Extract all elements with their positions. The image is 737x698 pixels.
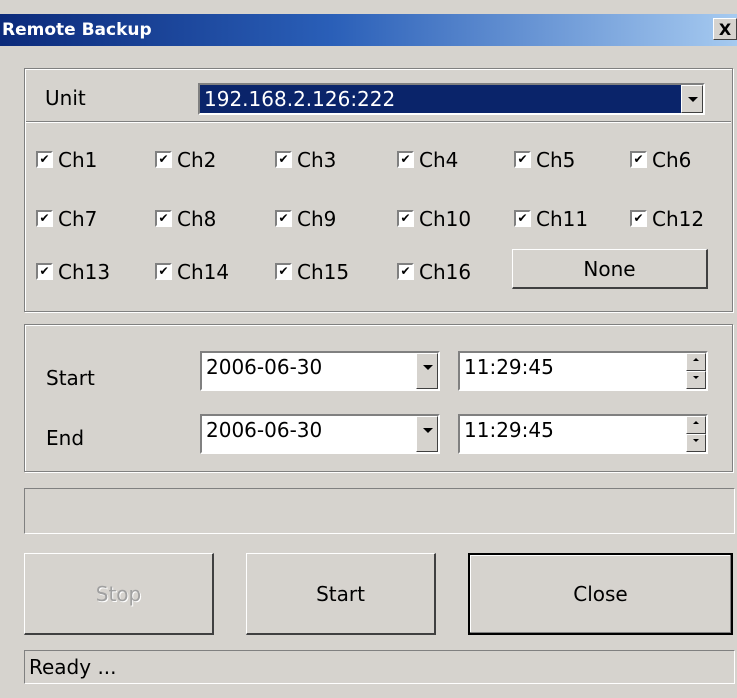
end-date-picker[interactable]: 2006-06-30: [200, 414, 440, 454]
channel-label: Ch12: [652, 207, 705, 231]
channel-label: Ch9: [297, 207, 337, 231]
start-date-picker[interactable]: 2006-06-30: [200, 351, 440, 391]
channel-label: Ch6: [652, 148, 692, 172]
channel-label: Ch5: [536, 148, 576, 172]
start-time-spinner[interactable]: [686, 353, 706, 389]
end-label: End: [46, 426, 85, 450]
window-title: Remote Backup: [2, 20, 152, 40]
channel-label: Ch8: [177, 207, 217, 231]
status-text: Ready ...: [29, 655, 117, 679]
checkmark-icon[interactable]: ✔: [630, 210, 647, 227]
spin-up-icon[interactable]: [686, 353, 706, 371]
start-time-value: 11:29:45: [464, 355, 554, 379]
checkmark-icon[interactable]: ✔: [275, 263, 292, 280]
channel-label: Ch11: [536, 207, 589, 231]
end-date-value: 2006-06-30: [206, 418, 323, 442]
start-label: Start: [46, 366, 95, 390]
chevron-down-icon[interactable]: [416, 353, 438, 389]
end-time-value: 11:29:45: [464, 418, 554, 442]
chevron-down-icon[interactable]: [416, 416, 438, 452]
end-time-spinner[interactable]: [686, 416, 706, 452]
remote-backup-window: Remote Backup X Unit 192.168.2.126:222 ✔…: [0, 0, 737, 698]
start-button[interactable]: Start: [246, 553, 436, 635]
chevron-down-icon[interactable]: [681, 85, 703, 113]
channel-label: Ch7: [58, 207, 98, 231]
start-time-field[interactable]: 11:29:45: [458, 351, 708, 391]
checkmark-icon[interactable]: ✔: [397, 151, 414, 168]
checkmark-icon[interactable]: ✔: [514, 210, 531, 227]
checkmark-icon[interactable]: ✔: [155, 151, 172, 168]
channel-label: Ch14: [177, 260, 230, 284]
start-date-value: 2006-06-30: [206, 355, 323, 379]
channel-label: Ch4: [419, 148, 459, 172]
none-button[interactable]: None: [512, 249, 708, 289]
checkmark-icon[interactable]: ✔: [514, 151, 531, 168]
spin-down-icon[interactable]: [686, 371, 706, 389]
checkmark-icon[interactable]: ✔: [36, 151, 53, 168]
title-bar[interactable]: Remote Backup X: [0, 14, 737, 46]
stop-button[interactable]: Stop: [24, 553, 214, 635]
checkmark-icon[interactable]: ✔: [397, 210, 414, 227]
progress-bar: [24, 488, 735, 534]
checkmark-icon[interactable]: ✔: [275, 151, 292, 168]
close-icon[interactable]: X: [713, 18, 737, 40]
channel-label: Ch15: [297, 260, 350, 284]
end-time-field[interactable]: 11:29:45: [458, 414, 708, 454]
channel-label: Ch13: [58, 260, 111, 284]
spin-up-icon[interactable]: [686, 416, 706, 434]
channel-label: Ch3: [297, 148, 337, 172]
channel-label: Ch10: [419, 207, 472, 231]
unit-value: 192.168.2.126:222: [204, 87, 396, 111]
status-bar: Ready ...: [24, 650, 735, 684]
checkmark-icon[interactable]: ✔: [155, 263, 172, 280]
checkmark-icon[interactable]: ✔: [630, 151, 647, 168]
channel-label: Ch2: [177, 148, 217, 172]
checkmark-icon[interactable]: ✔: [155, 210, 172, 227]
unit-label: Unit: [45, 86, 86, 110]
unit-select[interactable]: 192.168.2.126:222: [198, 83, 705, 115]
close-button[interactable]: Close: [468, 553, 733, 635]
checkmark-icon[interactable]: ✔: [275, 210, 292, 227]
checkmark-icon[interactable]: ✔: [36, 263, 53, 280]
checkmark-icon[interactable]: ✔: [36, 210, 53, 227]
channel-label: Ch16: [419, 260, 472, 284]
channel-label: Ch1: [58, 148, 98, 172]
checkmark-icon[interactable]: ✔: [397, 263, 414, 280]
spin-down-icon[interactable]: [686, 434, 706, 452]
